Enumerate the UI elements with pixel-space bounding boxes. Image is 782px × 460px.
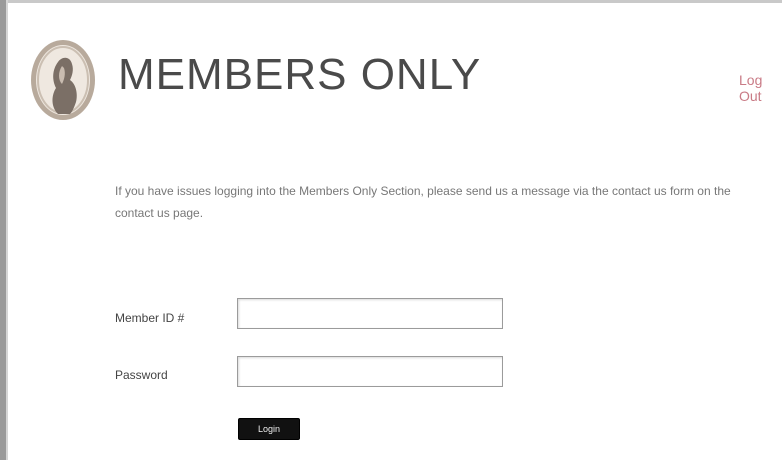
login-help-notice: If you have issues logging into the Memb… <box>115 184 731 220</box>
page-title: MEMBERS ONLY <box>118 50 482 99</box>
left-border <box>0 0 8 460</box>
cameo-portrait-icon <box>28 36 98 124</box>
login-button[interactable]: Login <box>238 418 300 440</box>
top-border <box>0 0 782 3</box>
member-id-input[interactable] <box>237 298 503 329</box>
password-input[interactable] <box>237 356 503 387</box>
member-id-label: Member ID # <box>115 311 185 325</box>
logout-link[interactable]: Log Out <box>739 72 782 104</box>
password-label: Password <box>115 368 168 382</box>
page-frame: MEMBERS ONLY Log Out If you have issues … <box>0 0 782 460</box>
